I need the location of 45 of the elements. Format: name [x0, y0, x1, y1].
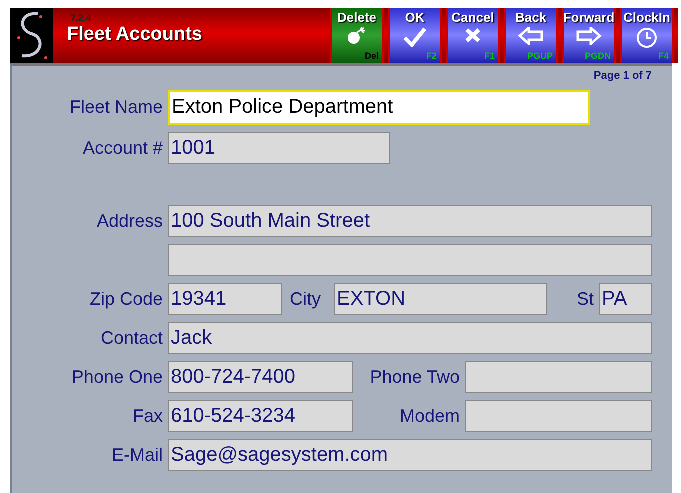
field-label: Phone One	[72, 366, 163, 386]
field-label: Address	[96, 210, 163, 230]
input-field[interactable]: 610-524-3234	[168, 400, 353, 432]
field-label: Fax	[132, 406, 163, 426]
delete-button[interactable]: Delete Del	[330, 8, 384, 63]
hotkey-label: PGUP	[527, 52, 553, 62]
input-field[interactable]: Jack	[168, 322, 652, 354]
toolbar-button[interactable]: OK F2	[388, 8, 442, 63]
field-label: City	[290, 288, 321, 308]
field-label: Contact	[100, 328, 163, 348]
input-field[interactable]	[168, 244, 652, 276]
version-label: 7.2.4	[71, 14, 92, 23]
input-field[interactable]: 1001	[168, 132, 390, 164]
input-field[interactable]: PA	[599, 283, 652, 315]
input-field[interactable]	[465, 361, 652, 393]
field-label: Account #	[82, 138, 163, 158]
input-field[interactable]: EXTON	[334, 283, 547, 315]
hotkey-label: F2	[426, 52, 437, 62]
field-label: Zip Code	[90, 288, 163, 308]
hotkey-label: F1	[484, 52, 495, 62]
x-icon	[464, 27, 482, 44]
input-field[interactable]: Sage@sagesystem.com	[168, 439, 652, 471]
toolbar-button[interactable]: Forward PGDN	[562, 8, 616, 63]
field-label: St	[576, 288, 594, 308]
toolbar-button[interactable]: Back PGUP	[504, 8, 558, 63]
input-field[interactable]: 100 South Main Street	[168, 205, 652, 237]
hotkey-label: F4	[658, 52, 669, 62]
clock-icon	[636, 27, 658, 50]
left-arrow-icon	[518, 27, 544, 46]
hotkey-label: Del	[364, 52, 379, 62]
right-arrow-icon	[576, 27, 602, 46]
input-field[interactable]: 800-724-7400	[168, 361, 353, 393]
hotkey-label: PGDN	[584, 52, 611, 62]
checkmark-icon	[403, 27, 427, 48]
input-field[interactable]: 19341	[168, 283, 282, 315]
window-title: Fleet Accounts	[67, 23, 204, 47]
field-label: Modem	[400, 406, 460, 426]
page-indicator: Page 1 of 7	[594, 70, 652, 82]
toolbar-button[interactable]: ClockIn F4	[620, 8, 674, 63]
input-field[interactable]	[465, 400, 652, 432]
field-label: E-Mail	[112, 444, 163, 464]
toolbar-button[interactable]: Cancel F1	[446, 8, 500, 63]
input-field[interactable]: Exton Police Department	[168, 90, 590, 125]
field-label: Fleet Name	[70, 97, 163, 117]
field-label: Phone Two	[370, 366, 460, 386]
